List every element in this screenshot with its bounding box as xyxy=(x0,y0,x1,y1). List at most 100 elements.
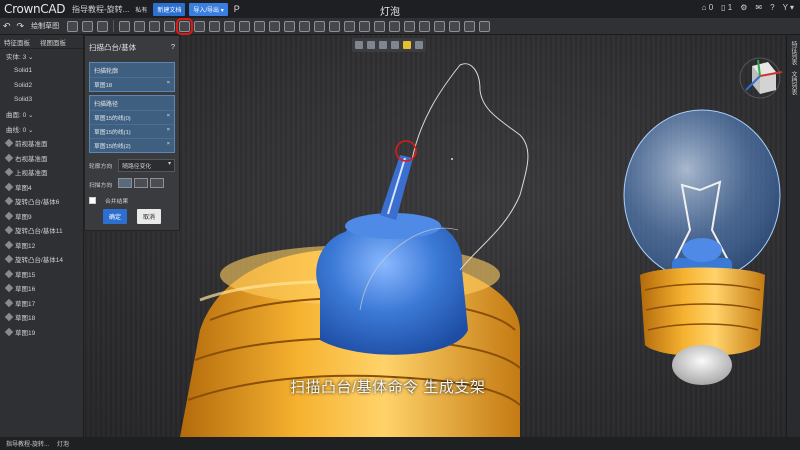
tree-item-label: 实体: 3 ⌄ xyxy=(6,54,34,62)
tree-solid-2[interactable]: Solid2 xyxy=(0,78,83,93)
tab-view[interactable]: 视图面板 xyxy=(40,37,66,47)
tree-right-plane[interactable]: 右视基准面 xyxy=(0,151,83,166)
view-toolbar xyxy=(352,38,426,52)
tree-solid-1[interactable]: Solid1 xyxy=(0,64,83,79)
tree-revolve-11[interactable]: 旋转凸台/基体11 xyxy=(0,223,83,238)
view-cube[interactable] xyxy=(739,57,783,99)
orientation-select[interactable]: 随路径变化 ▾ xyxy=(118,159,175,172)
appearance-icon[interactable] xyxy=(403,41,411,49)
tree-item-label: 草图17 xyxy=(15,300,36,308)
plane-icon xyxy=(4,153,14,162)
tree-sketch-4[interactable]: 草图4 xyxy=(0,180,83,195)
hide-show-icon[interactable] xyxy=(415,41,423,49)
tree-item-label: 草图18 xyxy=(15,315,36,323)
zoom-fit-icon[interactable] xyxy=(355,41,363,49)
close-icon[interactable]: × xyxy=(167,127,170,136)
tree-solids[interactable]: 实体: 3 ⌄ xyxy=(0,49,83,64)
status-model[interactable]: 灯泡 xyxy=(57,439,69,448)
path-section[interactable]: 扫描路径 草图15的线(0) × 草图15的线(1) × 草图15的线(2) × xyxy=(89,95,175,153)
feature-list-tab[interactable]: 特征列表 xyxy=(789,41,798,65)
close-icon[interactable]: × xyxy=(167,113,170,122)
tree-item-label: 草图15 xyxy=(15,271,36,279)
tree-item-label: 曲线: 0 ⌄ xyxy=(6,126,34,134)
orientation-row: 轮廓方向 随路径变化 ▾ xyxy=(85,156,179,175)
ok-button[interactable]: 确定 xyxy=(102,209,127,224)
tree-sketch-15[interactable]: 草图15 xyxy=(0,267,83,282)
display-mode-icon[interactable] xyxy=(391,41,399,49)
tree-surfaces[interactable]: 曲面: 0 ⌄ xyxy=(0,107,83,122)
path-item-label: 草图15的线(0) xyxy=(94,116,131,122)
tree-sketch-9[interactable]: 草图9 xyxy=(0,209,83,224)
sketch-icon xyxy=(4,313,14,322)
tree-item-label: 前视基准面 xyxy=(15,141,48,149)
path-item-label: 草图15的线(2) xyxy=(94,144,131,150)
sketch-icon xyxy=(4,182,14,191)
profile-value: 草图18 xyxy=(94,83,113,89)
tree-sketch-19[interactable]: 草图19 xyxy=(0,325,83,340)
point-marker xyxy=(451,158,453,160)
status-doc[interactable]: 指导教程-旋转... xyxy=(6,439,49,448)
revolve-feature-icon xyxy=(4,197,14,206)
direction-buttons xyxy=(118,178,166,190)
sketch-icon xyxy=(4,211,14,220)
tree-item-label: 草图9 xyxy=(15,213,32,221)
tree-item-label: 旋转凸台/基体14 xyxy=(15,257,64,265)
help-icon[interactable]: ? xyxy=(171,42,175,53)
tree-sketch-17[interactable]: 草图17 xyxy=(0,296,83,311)
profile-section[interactable]: 扫描轮廓 草图18 × xyxy=(89,62,175,92)
profile-section-label: 扫描轮廓 xyxy=(94,69,119,75)
merge-label: 合并结果 xyxy=(105,199,129,205)
cancel-button[interactable]: 取消 xyxy=(137,209,162,224)
close-icon[interactable]: × xyxy=(167,80,170,89)
tree-item-label: Solid1 xyxy=(14,67,33,75)
cap-part[interactable] xyxy=(316,155,468,355)
tree-front-plane[interactable]: 前视基准面 xyxy=(0,136,83,151)
tree-curves[interactable]: 曲线: 0 ⌄ xyxy=(0,122,83,137)
document-list-tab[interactable]: 文档列表 xyxy=(789,71,798,95)
chevron-down-icon: ▾ xyxy=(168,161,171,167)
tree-item-label: 旋转凸台/基体6 xyxy=(15,199,60,207)
direction-option-1[interactable] xyxy=(118,178,133,188)
tree-top-plane[interactable]: 上视基准面 xyxy=(0,165,83,180)
orientation-label: 轮廓方向 xyxy=(89,164,113,170)
tree-item-label: 草图4 xyxy=(15,184,32,192)
tree-item-label: 旋转凸台/基体11 xyxy=(15,228,63,236)
tree-sketch-18[interactable]: 草图18 xyxy=(0,310,83,325)
sketch-icon xyxy=(4,327,14,336)
tree-item-label: 曲面: 0 ⌄ xyxy=(6,112,34,120)
close-icon[interactable]: × xyxy=(167,141,170,150)
tree-item-label: 右视基准面 xyxy=(15,155,48,163)
direction-option-2[interactable] xyxy=(134,178,149,188)
direction-option-3[interactable] xyxy=(150,178,165,188)
tree-revolve-6[interactable]: 旋转凸台/基体6 xyxy=(0,194,83,209)
tree-sketch-16[interactable]: 草图16 xyxy=(0,281,83,296)
direction-label: 扫描方向 xyxy=(89,182,113,189)
section-view-icon[interactable] xyxy=(379,41,387,49)
tree-item-label: 上视基准面 xyxy=(15,170,48,178)
sketch-icon xyxy=(4,240,14,249)
direction-row: 扫描方向 xyxy=(85,175,179,193)
view-orient-icon[interactable] xyxy=(367,41,375,49)
path-item-label: 草图15的线(1) xyxy=(94,130,131,136)
tree-sketch-12[interactable]: 草图12 xyxy=(0,238,83,253)
feature-panel: 特征面板 视图面板 实体: 3 ⌄ Solid1 Solid2 Solid3 曲… xyxy=(0,35,84,437)
tab-feature[interactable]: 特征面板 xyxy=(4,37,30,47)
tree-revolve-14[interactable]: 旋转凸台/基体14 xyxy=(0,252,83,267)
merge-checkbox[interactable] xyxy=(89,197,96,204)
path-item[interactable]: 草图15的线(1) × xyxy=(90,124,174,138)
tree-item-label: Solid2 xyxy=(14,81,33,89)
tree-item-label: 草图16 xyxy=(15,286,36,294)
orientation-value: 随路径变化 xyxy=(122,164,152,170)
tree-solid-3[interactable]: Solid3 xyxy=(0,93,83,108)
tree-item-label: 草图19 xyxy=(15,329,36,337)
sweep-boss-panel: 扫描凸台/基体 ? 扫描轮廓 草图18 × 扫描路径 草图15的线(0) × 草图1… xyxy=(84,35,180,231)
revolve-feature-icon xyxy=(4,255,14,264)
profile-selection[interactable]: 草图18 × xyxy=(90,77,174,91)
sweep-panel-title: 扫描凸台/基体 xyxy=(89,43,137,52)
path-item[interactable]: 草图15的线(2) × xyxy=(90,138,174,152)
path-item[interactable]: 草图15的线(0) × xyxy=(90,110,174,124)
revolve-feature-icon xyxy=(4,226,14,235)
tree-item-label: Solid3 xyxy=(14,96,33,104)
video-subtitle: 扫描凸台/基体命令 生成支架 xyxy=(290,379,486,396)
plane-icon xyxy=(4,139,14,148)
